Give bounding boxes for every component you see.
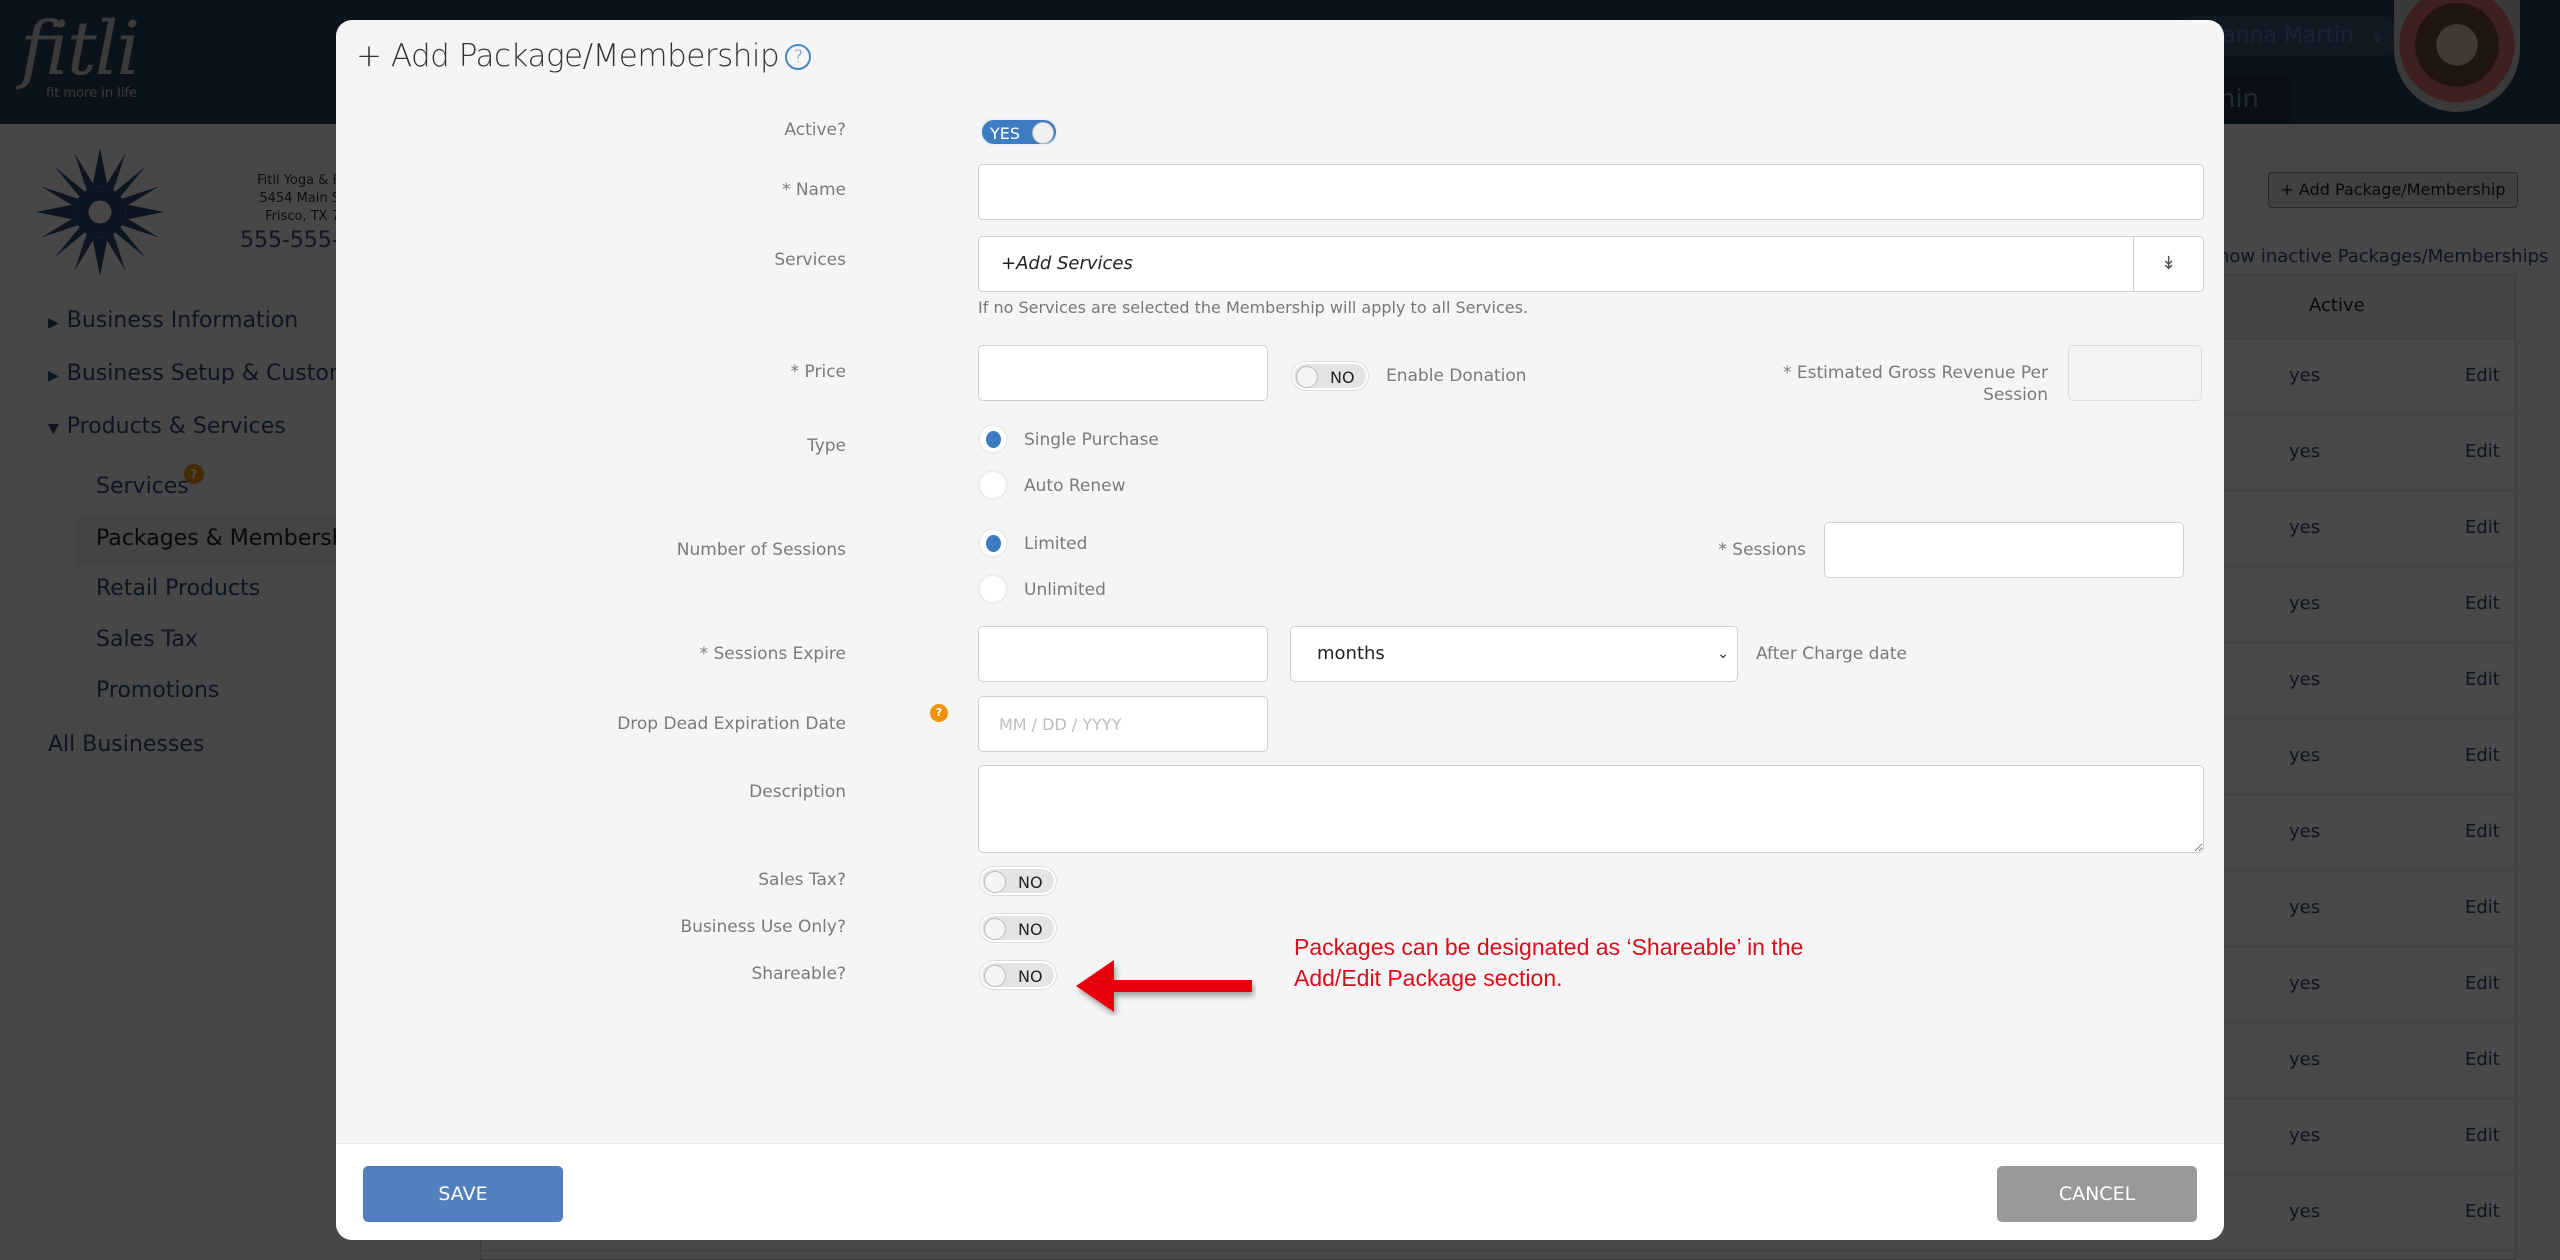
toggle-knob [1296, 366, 1318, 388]
chevron-double-down-icon[interactable]: ↡ [2133, 237, 2203, 291]
toggle-knob [984, 871, 1006, 893]
price-input[interactable] [978, 345, 1268, 401]
toggle-text: NO [1018, 967, 1043, 986]
sessions-label: * Sessions [1718, 540, 1806, 560]
modal-footer: SAVE CANCEL [336, 1143, 2224, 1240]
toggle-knob [984, 918, 1006, 940]
name-label: * Name [781, 180, 846, 200]
type-option-label: Single Purchase [1024, 430, 1159, 450]
drop-dead-date-input[interactable] [978, 696, 1268, 752]
toggle-text: NO [1330, 368, 1355, 387]
sessions-unlimited-radio[interactable] [978, 574, 1008, 604]
shareable-toggle[interactable]: NO [980, 961, 1056, 989]
help-badge-icon[interactable]: ? [930, 704, 948, 722]
active-toggle[interactable]: YES [980, 118, 1058, 146]
cancel-button[interactable]: CANCEL [1997, 1166, 2197, 1222]
description-textarea[interactable] [978, 765, 2204, 853]
type-single-purchase-radio[interactable] [978, 424, 1008, 454]
services-help-text: If no Services are selected the Membersh… [978, 298, 1529, 317]
red-arrow-annotation-icon [1076, 960, 1252, 1012]
sessions-expire-input[interactable] [978, 626, 1268, 682]
active-label: Active? [784, 120, 846, 140]
expire-unit-value: months [1317, 643, 1385, 664]
services-label: Services [774, 250, 846, 270]
add-package-modal: + Add Package/Membership? Active? YES * … [336, 20, 2224, 1240]
name-input[interactable] [978, 164, 2204, 220]
modal-title: + Add Package/Membership? [356, 38, 812, 74]
gross-revenue-input[interactable] [2068, 345, 2202, 401]
sales-tax-toggle[interactable]: NO [980, 867, 1056, 895]
toggle-text: NO [1018, 873, 1043, 892]
sessions-input[interactable] [1824, 522, 2184, 578]
number-of-sessions-label: Number of Sessions [676, 540, 846, 560]
drop-dead-date-label: Drop Dead Expiration Date [617, 714, 846, 734]
modal-title-text: + Add Package/Membership [356, 38, 780, 74]
toggle-knob [984, 965, 1006, 987]
annotation-line1: Packages can be designated as ‘Shareable… [1294, 934, 1804, 960]
description-label: Description [749, 782, 846, 802]
annotation-line2: Add/Edit Package section. [1294, 965, 1563, 991]
toggle-text: YES [990, 124, 1021, 143]
business-use-only-label: Business Use Only? [680, 917, 847, 937]
sessions-option-label: Limited [1024, 534, 1088, 554]
type-option-label: Auto Renew [1024, 476, 1126, 496]
shareable-annotation: Packages can be designated as ‘Shareable… [1294, 932, 1803, 994]
add-services-placeholder: +Add Services [1001, 253, 1133, 274]
sessions-limited-radio[interactable] [978, 528, 1008, 558]
toggle-text: NO [1018, 920, 1043, 939]
type-auto-renew-radio[interactable] [978, 470, 1008, 500]
sales-tax-label: Sales Tax? [758, 870, 846, 890]
type-label: Type [806, 436, 846, 456]
enable-donation-toggle[interactable]: NO [1292, 362, 1368, 390]
sessions-expire-label: * Sessions Expire [699, 644, 846, 664]
sessions-option-label: Unlimited [1024, 580, 1106, 600]
business-use-only-toggle[interactable]: NO [980, 914, 1056, 942]
chevron-down-icon: ⌄ [1717, 646, 1729, 662]
gross-revenue-label-line1: * Estimated Gross Revenue Per [1782, 363, 2048, 383]
help-circle-icon[interactable]: ? [785, 44, 812, 70]
save-button[interactable]: SAVE [363, 1166, 563, 1222]
enable-donation-label: Enable Donation [1386, 366, 1527, 386]
after-charge-date-label: After Charge date [1756, 644, 1907, 664]
shareable-label: Shareable? [751, 964, 846, 984]
gross-revenue-label-line2: Session [1983, 385, 2048, 405]
expire-unit-select[interactable]: months ⌄ [1290, 626, 1738, 682]
gross-revenue-label: * Estimated Gross Revenue Per Session [1783, 362, 2048, 406]
services-multiselect[interactable]: +Add Services ↡ [978, 236, 2204, 292]
toggle-knob [1032, 122, 1054, 144]
price-label: * Price [790, 362, 846, 382]
